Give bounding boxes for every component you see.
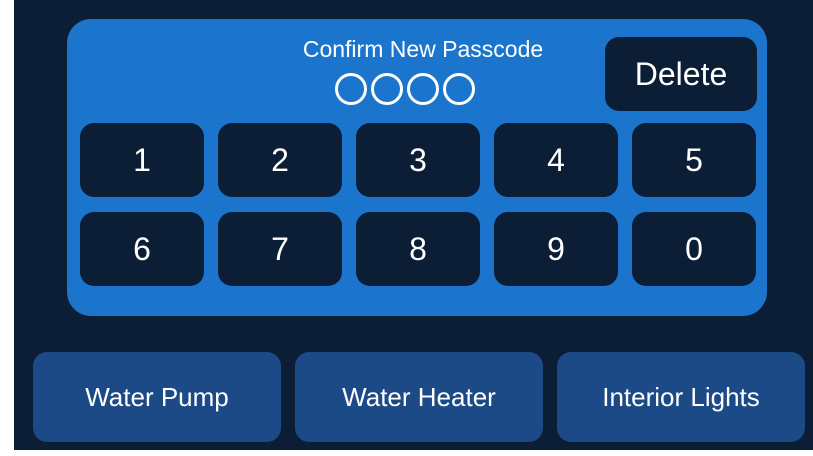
water-heater-button[interactable]: Water Heater xyxy=(295,352,543,442)
delete-button[interactable]: Delete xyxy=(605,37,757,111)
passcode-dot-empty xyxy=(443,73,475,105)
key-6[interactable]: 6 xyxy=(80,212,204,286)
key-2[interactable]: 2 xyxy=(218,123,342,197)
key-0[interactable]: 0 xyxy=(632,212,756,286)
key-8[interactable]: 8 xyxy=(356,212,480,286)
key-1[interactable]: 1 xyxy=(80,123,204,197)
passcode-dot-empty xyxy=(407,73,439,105)
passcode-dot-empty xyxy=(371,73,403,105)
key-7[interactable]: 7 xyxy=(218,212,342,286)
key-4[interactable]: 4 xyxy=(494,123,618,197)
water-pump-button[interactable]: Water Pump xyxy=(33,352,281,442)
key-5[interactable]: 5 xyxy=(632,123,756,197)
passcode-dot-empty xyxy=(335,73,367,105)
passcode-indicator xyxy=(335,73,475,105)
passcode-panel: Confirm New Passcode Delete 1 2 3 4 5 6 … xyxy=(67,19,767,316)
interior-lights-button[interactable]: Interior Lights xyxy=(557,352,805,442)
key-3[interactable]: 3 xyxy=(356,123,480,197)
key-9[interactable]: 9 xyxy=(494,212,618,286)
passcode-title: Confirm New Passcode xyxy=(302,36,544,62)
